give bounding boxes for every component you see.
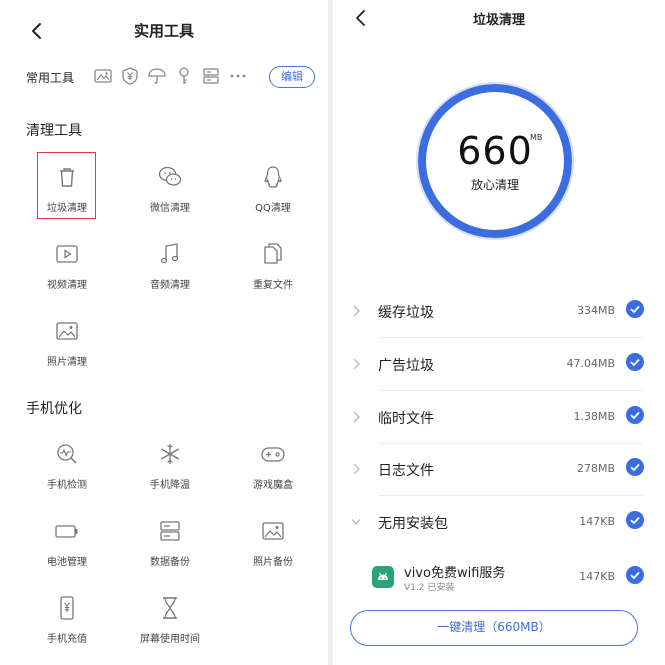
checkbox-checked-icon[interactable]	[626, 353, 644, 371]
frequent-tools-label: 常用工具	[26, 71, 75, 85]
image-icon[interactable]	[93, 66, 113, 86]
tool-wechat-clean[interactable]: 微信清理	[140, 164, 200, 214]
battery-icon	[55, 525, 78, 538]
hourglass-icon	[163, 597, 177, 619]
phone-optimize-heading: 手机优化	[26, 401, 82, 417]
tool-photo-clean[interactable]: 照片清理	[37, 318, 97, 368]
row-divider	[378, 443, 643, 444]
chevron-right-icon	[353, 305, 360, 317]
tool-label: 游戏魔盒	[253, 480, 293, 491]
checkbox-checked-icon[interactable]	[626, 511, 644, 529]
category-row-cache[interactable]: 缓存垃圾 334MB	[348, 297, 648, 327]
category-name: 临时文件	[378, 411, 434, 427]
junk-size-unit: MB	[530, 133, 543, 142]
tool-screen-time[interactable]: 屏幕使用时间	[140, 595, 200, 645]
category-row-temp[interactable]: 临时文件 1.38MB	[348, 403, 648, 433]
phone-check-icon	[57, 444, 77, 464]
category-size: 47.04MB	[566, 357, 615, 370]
row-divider	[378, 337, 643, 338]
tool-label: 重复文件	[253, 280, 293, 291]
tool-label: 视频清理	[47, 280, 87, 291]
chevron-right-icon	[353, 411, 360, 423]
android-app-icon	[372, 566, 394, 588]
tool-label: 手机充值	[47, 634, 87, 645]
row-divider	[378, 495, 643, 496]
tool-label: 照片备份	[253, 557, 293, 568]
tool-phone-recharge[interactable]: 手机充值	[37, 595, 97, 645]
tool-duplicate-files[interactable]: 重复文件	[243, 241, 303, 291]
storage-icon[interactable]	[201, 66, 221, 86]
key-icon[interactable]	[174, 66, 194, 86]
chevron-down-icon	[351, 519, 361, 526]
row-divider	[378, 390, 643, 391]
tool-label: 电池管理	[47, 557, 87, 568]
apk-item-row[interactable]: vivo免费wifi服务 V1.2 已安装 147KB	[348, 560, 648, 596]
category-name: 日志文件	[378, 463, 434, 479]
qq-icon	[264, 166, 282, 188]
frequent-tools-bar: 常用工具 编辑	[0, 62, 328, 92]
snowflake-icon	[160, 444, 180, 464]
tool-label: 手机检测	[47, 480, 87, 491]
selected-tool-highlight	[37, 152, 96, 219]
utility-tools-panel: 实用工具 常用工具 编辑 清理工具 垃圾清理 微信清理 QQ清理 视频清理 音频…	[0, 0, 328, 665]
one-click-clean-button[interactable]: 一键清理（660MB）	[350, 610, 638, 646]
category-name: 无用安装包	[378, 516, 448, 532]
more-icon[interactable]	[228, 66, 248, 86]
tool-label: 微信清理	[150, 203, 190, 214]
clean-tools-heading: 清理工具	[26, 123, 82, 139]
photo-backup-icon	[262, 522, 284, 540]
tool-video-clean[interactable]: 视频清理	[37, 241, 97, 291]
tool-qq-clean[interactable]: QQ清理	[243, 164, 303, 214]
chevron-right-icon	[353, 358, 360, 370]
clean-status-text: 放心清理	[470, 178, 519, 192]
apk-version: V1.2 已安装	[404, 583, 455, 593]
video-icon	[56, 245, 78, 263]
category-size: 334MB	[576, 304, 615, 317]
music-icon	[160, 243, 179, 264]
photo-icon	[56, 322, 78, 340]
tool-label: 照片清理	[47, 357, 87, 368]
tool-game-box[interactable]: 游戏魔盒	[243, 441, 303, 491]
checkbox-checked-icon[interactable]	[626, 300, 644, 318]
category-name: 广告垃圾	[378, 358, 434, 374]
tool-label: 数据备份	[150, 557, 190, 568]
apk-size: 147KB	[579, 570, 615, 583]
junk-clean-panel: 垃圾清理 660 MB 放心清理 缓存垃圾 334MB 广告垃圾 47.04MB…	[333, 0, 665, 665]
checkbox-checked-icon[interactable]	[626, 458, 644, 476]
category-size: 278MB	[576, 462, 615, 475]
category-size: 1.38MB	[573, 410, 615, 423]
yuan-shield-icon[interactable]	[120, 66, 140, 86]
wechat-icon	[158, 166, 182, 186]
gamepad-icon	[261, 447, 285, 462]
page-title: 实用工具	[133, 22, 194, 40]
category-row-logs[interactable]: 日志文件 278MB	[348, 455, 648, 485]
checkbox-checked-icon[interactable]	[626, 406, 644, 424]
tool-phone-check[interactable]: 手机检测	[37, 441, 97, 491]
duplicate-file-icon	[264, 243, 282, 264]
category-size: 147KB	[579, 515, 615, 528]
junk-size-value: 660	[457, 129, 533, 173]
tool-audio-clean[interactable]: 音频清理	[140, 241, 200, 291]
apk-name: vivo免费wifi服务	[404, 566, 506, 581]
page-title: 垃圾清理	[472, 13, 525, 28]
edit-button[interactable]: 编辑	[269, 66, 315, 88]
tool-photo-backup[interactable]: 照片备份	[243, 518, 303, 568]
tool-label: QQ清理	[255, 203, 291, 214]
category-row-apk[interactable]: 无用安装包 147KB	[348, 508, 648, 538]
phone-recharge-icon	[60, 596, 74, 620]
chevron-right-icon	[353, 463, 360, 475]
tool-phone-cooling[interactable]: 手机降温	[140, 441, 200, 491]
tool-data-backup[interactable]: 数据备份	[140, 518, 200, 568]
tool-label: 音频清理	[150, 280, 190, 291]
data-backup-icon	[160, 521, 180, 541]
junk-size-gauge: 660 MB 放心清理	[415, 81, 575, 241]
tool-label: 手机降温	[150, 480, 190, 491]
category-name: 缓存垃圾	[378, 305, 434, 321]
umbrella-icon[interactable]	[147, 66, 167, 86]
category-row-ads[interactable]: 广告垃圾 47.04MB	[348, 350, 648, 380]
tool-battery-manage[interactable]: 电池管理	[37, 518, 97, 568]
checkbox-checked-icon[interactable]	[626, 566, 644, 584]
tool-label: 屏幕使用时间	[140, 634, 200, 645]
